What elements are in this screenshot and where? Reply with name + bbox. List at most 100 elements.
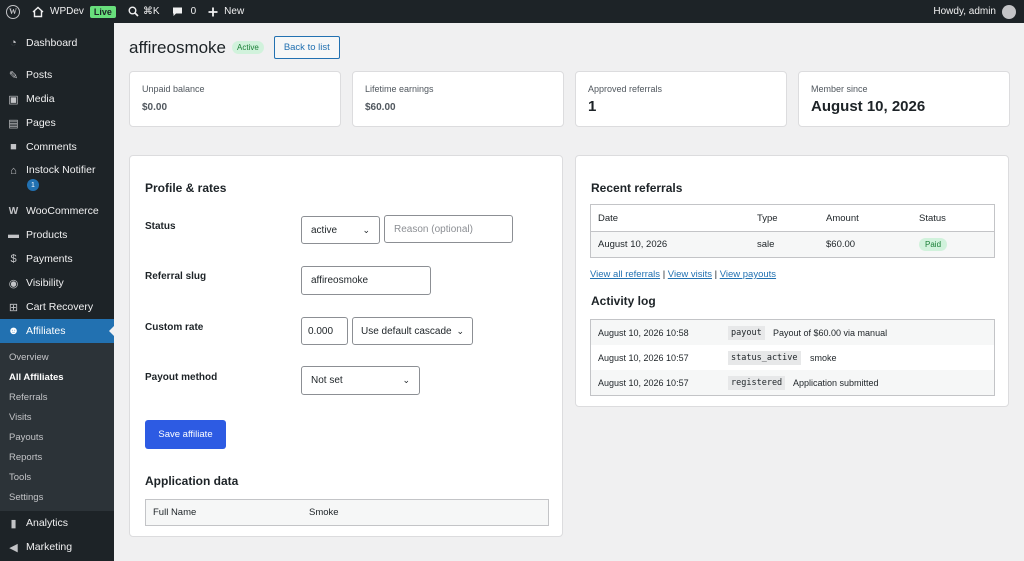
sidebar-item-cart-recovery[interactable]: ⊞ Cart Recovery	[0, 295, 114, 319]
column-header-date: Date	[598, 212, 619, 224]
stat-value: $60.00	[365, 102, 396, 113]
sidebar-item-instock-notifier[interactable]: ⌂ Instock Notifier 1	[0, 159, 114, 195]
log-message: Application submitted	[793, 377, 879, 388]
view-visits-link[interactable]: View visits	[668, 269, 712, 280]
submenu-item-reports[interactable]: Reports	[0, 447, 114, 467]
log-code: status_active	[728, 350, 801, 365]
view-all-referrals-link[interactable]: View all referrals	[590, 269, 660, 280]
rate-cascade-select[interactable]: Use default cascade ⌄	[352, 317, 473, 345]
save-affiliate-button[interactable]: Save affiliate	[145, 420, 226, 449]
notification-badge: 1	[27, 179, 39, 191]
table-header: Date Type Amount Status	[591, 205, 994, 231]
sidebar-item-media[interactable]: ▣ Media	[0, 87, 114, 111]
sidebar-item-pages[interactable]: ▤ Pages	[0, 111, 114, 135]
payout-method-select[interactable]: Not set ⌄	[301, 366, 420, 395]
sidebar-item-label: Payments	[26, 253, 73, 265]
comments-count: 0	[190, 6, 197, 17]
stat-card-unpaid-balance: Unpaid balance $0.00	[129, 71, 341, 127]
bar-chart-icon: ▮	[10, 517, 17, 530]
rate-cascade-value: Use default cascade	[361, 325, 452, 337]
site-name-link[interactable]: WPDev Live	[26, 0, 122, 23]
comments-button[interactable]: 0	[166, 0, 203, 23]
stat-card-lifetime-earnings: Lifetime earnings $60.00	[352, 71, 564, 127]
back-to-list-button[interactable]: Back to list	[273, 36, 340, 59]
sidebar-item-dashboard[interactable]: ◔ Dashboard	[0, 31, 114, 55]
wordpress-logo-button[interactable]: W	[0, 0, 26, 23]
sidebar-item-label: Affiliates	[26, 325, 66, 337]
application-field-value: Smoke	[309, 507, 339, 518]
sidebar-item-label: Products	[26, 229, 68, 241]
sidebar-item-marketing[interactable]: ◀ Marketing	[0, 535, 114, 559]
log-row: August 10, 2026 10:57 registered Applica…	[591, 370, 994, 395]
log-row: August 10, 2026 10:58 payout Payout of $…	[591, 320, 994, 345]
sidebar-item-label: Analytics	[26, 517, 69, 529]
new-content-button[interactable]: New	[202, 0, 250, 23]
dollar-icon: $	[10, 253, 17, 265]
stat-label: Member since	[811, 84, 868, 94]
log-code: payout	[728, 325, 765, 340]
custom-rate-input[interactable]: 0.000	[301, 317, 348, 345]
referral-date: August 10, 2026	[598, 239, 668, 250]
groups-icon: ☻	[7, 325, 20, 337]
pages-icon: ▤	[8, 117, 19, 130]
home-icon	[32, 6, 44, 17]
sidebar-item-label: Pages	[26, 117, 56, 129]
sidebar-item-visibility[interactable]: ◉ Visibility	[0, 271, 114, 295]
reason-input[interactable]: Reason (optional)	[384, 215, 513, 243]
log-row: August 10, 2026 10:57 status_active smok…	[591, 345, 994, 370]
sidebar-item-label: Dashboard	[26, 37, 78, 49]
log-time: August 10, 2026 10:57	[598, 377, 689, 388]
submenu-item-visits[interactable]: Visits	[0, 407, 114, 427]
log-message: Payout of $60.00 via manual	[773, 327, 888, 338]
main-content: affireosmoke Active Back to list Unpaid …	[114, 23, 1024, 561]
submenu-item-referrals[interactable]: Referrals	[0, 387, 114, 407]
store-icon: ⌂	[10, 164, 17, 177]
stat-value: 1	[588, 98, 597, 115]
sidebar-item-label: Posts	[26, 69, 53, 81]
sidebar-item-posts[interactable]: ✎ Posts	[0, 63, 114, 87]
sidebar-item-woocommerce[interactable]: W WooCommerce	[0, 199, 114, 223]
submenu-item-payouts[interactable]: Payouts	[0, 427, 114, 447]
column-header-type: Type	[757, 212, 778, 224]
referrals-panel: Recent referrals Date Type Amount Status…	[575, 155, 1009, 407]
submenu-item-tools[interactable]: Tools	[0, 467, 114, 487]
status-label: Status	[145, 221, 176, 232]
referral-slug-input[interactable]: affireosmoke	[301, 266, 431, 295]
megaphone-icon: ◀	[9, 541, 18, 554]
sidebar-item-comments[interactable]: ■ Comments	[0, 135, 114, 159]
chevron-down-icon: ⌄	[402, 375, 410, 385]
view-payouts-link[interactable]: View payouts	[720, 269, 776, 280]
account-menu[interactable]: Howdy, admin	[933, 4, 1024, 19]
activity-log-heading: Activity log	[591, 294, 656, 308]
woo-icon: W	[8, 205, 19, 217]
sidebar-item-analytics[interactable]: ▮ Analytics	[0, 511, 114, 535]
payout-method-label: Payout method	[145, 372, 218, 383]
admin-sidebar: ◔ Dashboard ✎ Posts ▣ Media ▤ Pages ■ Co…	[0, 23, 114, 561]
sidebar-item-affiliates[interactable]: ☻ Affiliates	[0, 319, 114, 343]
referrals-table: Date Type Amount Status August 10, 2026 …	[590, 204, 995, 258]
status-select[interactable]: active ⌄	[301, 216, 380, 244]
search-icon	[128, 6, 139, 17]
referral-amount: $60.00	[826, 239, 856, 250]
activity-log-table: August 10, 2026 10:58 payout Payout of $…	[590, 319, 995, 396]
sidebar-item-payments[interactable]: $ Payments	[0, 247, 114, 271]
submenu-item-settings[interactable]: Settings	[0, 487, 114, 507]
application-data-heading: Application data	[145, 474, 239, 488]
log-time: August 10, 2026 10:57	[598, 352, 689, 363]
stat-value: $0.00	[142, 102, 168, 113]
submenu-item-all-affiliates[interactable]: All Affiliates	[0, 367, 114, 387]
sidebar-item-label: Cart Recovery	[26, 301, 94, 313]
sidebar-item-products[interactable]: ▬ Products	[0, 223, 114, 247]
column-header-status: Status	[919, 212, 946, 224]
comment-icon	[172, 7, 182, 16]
payout-method-value: Not set	[311, 375, 343, 386]
stat-value: August 10, 2026	[811, 98, 926, 115]
eye-icon: ◉	[8, 277, 19, 290]
stat-label: Approved referrals	[588, 84, 663, 94]
stat-card-member-since: Member since August 10, 2026	[798, 71, 1010, 127]
command-search-button[interactable]: ⌘K	[122, 0, 166, 23]
log-code: registered	[728, 375, 786, 390]
site-name: WPDev	[50, 6, 84, 17]
dashboard-icon: ◔	[10, 37, 17, 49]
submenu-item-overview[interactable]: Overview	[0, 347, 114, 367]
